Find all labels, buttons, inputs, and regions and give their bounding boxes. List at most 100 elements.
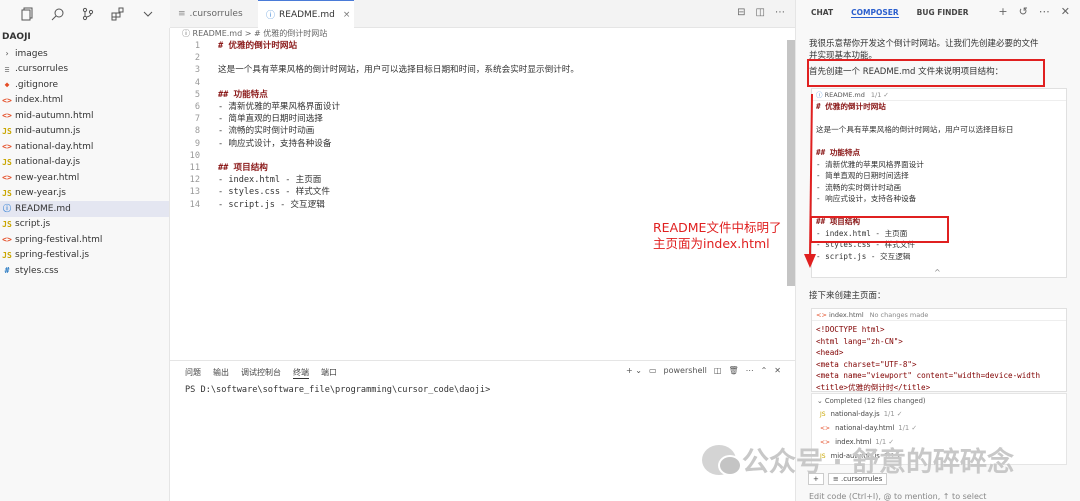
close-icon[interactable]: ✕: [774, 366, 781, 375]
panel-tab[interactable]: 端口: [321, 367, 337, 379]
tab-label: .cursorrules: [189, 9, 243, 19]
card-code-line: <meta charset="UTF-8">: [816, 359, 917, 369]
file-item[interactable]: <> new-year.html: [0, 170, 169, 186]
card-code-line: - script.js - 交互逻辑: [816, 251, 911, 261]
html-file-icon: <>: [820, 425, 831, 432]
completed-file-item[interactable]: JS national-day.js 1/1 ✓: [812, 407, 1066, 421]
code-line[interactable]: 3 这是一个具有苹果风格的倒计时网站，用户可以选择目标日期和时间，系统会实时显示倒…: [170, 64, 579, 76]
panel-tabs: 问题 输出 调试控制台 终端 端口: [185, 367, 337, 379]
file-item[interactable]: ⓘ README.md: [0, 201, 169, 217]
composer-tab[interactable]: COMPOSER: [851, 8, 899, 18]
html-file-icon: <>: [2, 142, 12, 152]
completed-label[interactable]: ⌄ Completed (12 files changed): [812, 394, 1066, 407]
tab-cursorrules[interactable]: ≡ .cursorrules: [170, 0, 258, 28]
css-file-icon: #: [4, 266, 10, 276]
files-icon[interactable]: [20, 6, 36, 22]
code-line[interactable]: 6 - 清新优雅的苹果风格界面设计: [170, 101, 340, 113]
more-actions-icon[interactable]: ⋯: [775, 7, 785, 18]
watermark-text: 公众号 · 舒意的碎碎念: [742, 447, 1015, 478]
shell-label[interactable]: powershell: [664, 366, 707, 375]
new-chat-icon[interactable]: +: [998, 5, 1007, 18]
file-explorer: DAOJI › images ≡ .cursorrules ◆ .gitignore <> i…: [0, 28, 170, 501]
composer-tab[interactable]: BUG FINDER: [917, 8, 969, 18]
code-line[interactable]: 13 - styles.css - 样式文件: [170, 186, 330, 198]
file-item[interactable]: ◆ .gitignore: [0, 77, 169, 93]
close-icon[interactable]: ✕: [1061, 5, 1070, 18]
terminal-prompt[interactable]: PS D:\software\software_file\programming…: [185, 385, 490, 395]
file-name: .gitignore: [15, 79, 59, 90]
code-line[interactable]: 11 ## 项目结构: [170, 162, 268, 174]
file-item[interactable]: ≡ .cursorrules: [0, 62, 169, 78]
file-item[interactable]: # styles.css: [0, 263, 169, 279]
chevron-down-icon[interactable]: [140, 6, 156, 22]
code-line[interactable]: 12 - index.html - 主页面: [170, 174, 322, 186]
panel-tab[interactable]: 问题: [185, 367, 201, 379]
code-editor[interactable]: 1 # 优雅的倒计时网站 2 3 这是一个具有苹果风格的倒计时网站，用户可以选择目标日期…: [170, 40, 785, 360]
file-name: images: [15, 48, 48, 59]
annotation-line: 主页面为index.html: [653, 236, 770, 251]
tab-label: README.md: [279, 9, 335, 20]
split-terminal-icon[interactable]: ◫: [714, 366, 722, 375]
tab-readme[interactable]: ⓘ README.md ×: [258, 0, 354, 28]
file-item[interactable]: JS new-year.js: [0, 186, 169, 202]
code-line[interactable]: 10: [170, 150, 218, 162]
index-code-card[interactable]: <> index.html No changes made <!DOCTYPE h…: [811, 308, 1067, 392]
history-icon[interactable]: ↺: [1019, 5, 1028, 18]
terminal-icon: ▭: [648, 366, 657, 375]
code-line[interactable]: 5 ## 功能特点: [170, 89, 268, 101]
code-line[interactable]: 8 - 流畅的实时倒计时动画: [170, 125, 314, 137]
expand-icon[interactable]: ^: [934, 268, 941, 277]
search-icon[interactable]: [50, 6, 66, 22]
file-item[interactable]: JS mid-autumn.js: [0, 124, 169, 140]
file-item[interactable]: JS script.js: [0, 217, 169, 233]
composer-tab[interactable]: CHAT: [811, 8, 833, 18]
split-editor-icon[interactable]: ◫: [756, 7, 765, 18]
code-line[interactable]: 4: [170, 77, 218, 89]
js-file-icon: JS: [2, 250, 12, 260]
line-number: 4: [194, 77, 200, 88]
js-file-icon: JS: [2, 219, 12, 229]
app-window: DAOJI › images ≡ .cursorrules ◆ .gitignore <> i…: [0, 0, 1080, 501]
line-number: 1: [194, 41, 200, 51]
explorer-root-title[interactable]: DAOJI: [0, 28, 169, 46]
file-item[interactable]: <> index.html: [0, 93, 169, 109]
source-control-icon[interactable]: [80, 6, 96, 22]
composer-input[interactable]: Edit code (Ctrl+I), @ to mention, ↑ to s…: [809, 492, 986, 501]
git-file-icon: ◆: [4, 80, 10, 90]
code-line[interactable]: 2: [170, 52, 218, 64]
more-icon[interactable]: ⋯: [746, 366, 754, 375]
file-item[interactable]: JS national-day.js: [0, 155, 169, 171]
file-item[interactable]: <> national-day.html: [0, 139, 169, 155]
panel-tab[interactable]: 终端: [293, 367, 309, 379]
code-line[interactable]: 14 - script.js - 交互逻辑: [170, 199, 325, 211]
card-filename: README.md: [824, 91, 865, 99]
file-name: mid-autumn.js: [15, 126, 81, 137]
add-terminal-icon[interactable]: + ⌄: [626, 366, 642, 375]
trash-icon[interactable]: 🗑: [728, 366, 738, 375]
code-line[interactable]: 9 - 响应式设计，支持各种设备: [170, 138, 332, 150]
breadcrumb[interactable]: ⓘ README.md > # 优雅的倒计时网站: [170, 28, 795, 40]
editor-scrollbar[interactable]: [787, 40, 795, 286]
code-line[interactable]: 7 - 简单直观的日期时间选择: [170, 113, 323, 125]
readme-code-card[interactable]: ⓘ README.md 1/1 ✓ # 优雅的倒计时网站 这是一个具有苹果风格的倒计…: [811, 88, 1067, 278]
line-text: - index.html - 主页面: [218, 175, 322, 186]
line-text: - styles.css - 样式文件: [218, 187, 330, 198]
file-name: national-day.html: [835, 424, 895, 432]
panel-tab[interactable]: 调试控制台: [241, 367, 281, 379]
open-preview-icon[interactable]: ⊟: [737, 7, 745, 18]
extensions-icon[interactable]: [110, 6, 126, 22]
card-header: ⓘ README.md 1/1 ✓: [812, 89, 1066, 101]
code-line[interactable]: 1 # 优雅的倒计时网站: [170, 40, 297, 52]
chevron-up-icon[interactable]: ⌃: [761, 366, 768, 375]
file-item[interactable]: <> mid-autumn.html: [0, 108, 169, 124]
annotation-line: README文件中标明了: [653, 220, 782, 235]
file-item[interactable]: <> spring-festival.html: [0, 232, 169, 248]
file-item[interactable]: › images: [0, 46, 169, 62]
line-number: 13: [189, 187, 200, 198]
close-icon[interactable]: ×: [343, 10, 351, 20]
panel-tab[interactable]: 输出: [213, 367, 229, 379]
completed-file-item[interactable]: <> national-day.html 1/1 ✓: [812, 421, 1066, 435]
line-number: 10: [189, 150, 200, 161]
file-item[interactable]: JS spring-festival.js: [0, 248, 169, 264]
more-icon[interactable]: ⋯: [1039, 5, 1050, 18]
